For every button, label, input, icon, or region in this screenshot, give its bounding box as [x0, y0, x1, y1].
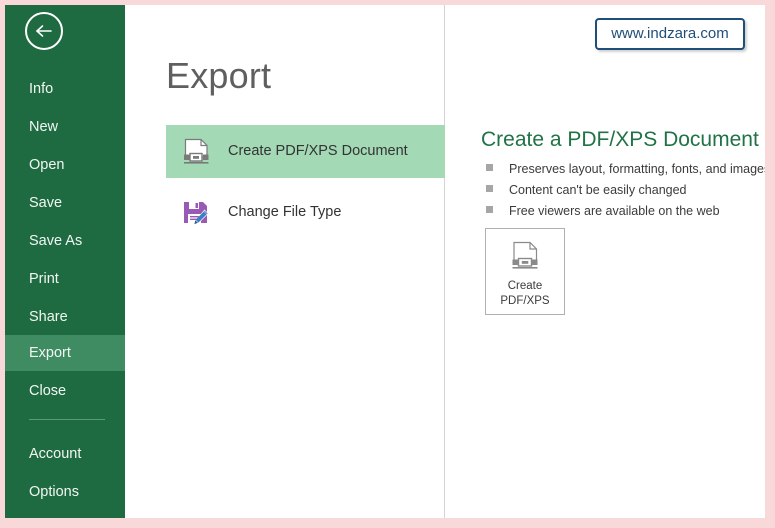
- create-pdf-xps-button-label: Create PDF/XPS: [486, 279, 564, 309]
- sidebar-item-save-as[interactable]: Save As: [5, 223, 125, 259]
- sidebar-item-print[interactable]: Print: [5, 261, 125, 297]
- sidebar-item-label: Open: [29, 157, 65, 173]
- create-pdf-xps-button[interactable]: Create PDF/XPS: [485, 228, 565, 315]
- column-divider: [444, 5, 445, 518]
- sidebar-item-label: Save: [29, 195, 63, 211]
- back-arrow-icon: [36, 25, 52, 37]
- sidebar-divider: [29, 419, 105, 420]
- sidebar-item-label: Options: [29, 484, 79, 500]
- sidebar-item-save[interactable]: Save: [5, 185, 125, 221]
- bullet-square-icon: [486, 164, 493, 172]
- export-option-create-pdf[interactable]: Create PDF/XPS Document: [166, 125, 445, 178]
- backstage-sidebar: Info New Open Save Save As Print Share E…: [5, 5, 125, 518]
- sidebar-item-info[interactable]: Info: [5, 71, 125, 107]
- sidebar-item-export[interactable]: Export: [5, 335, 125, 371]
- sidebar-item-label: Account: [29, 446, 82, 462]
- sidebar-item-close[interactable]: Close: [5, 373, 125, 409]
- button-label-line1: Create: [507, 280, 543, 292]
- sidebar-item-open[interactable]: Open: [5, 147, 125, 183]
- back-arrow-button[interactable]: [25, 12, 63, 50]
- bullet-square-icon: [486, 185, 493, 193]
- sidebar-item-label: Info: [29, 81, 54, 97]
- sidebar-item-share[interactable]: Share: [5, 299, 125, 335]
- sidebar-item-options[interactable]: Options: [5, 474, 125, 510]
- detail-bullet-text: Free viewers are available on the web: [509, 203, 720, 218]
- detail-bullet-2: Content can't be easily changed: [486, 181, 687, 201]
- detail-bullet-text: Preserves layout, formatting, fonts, and…: [509, 161, 765, 176]
- pdf-document-icon: [508, 240, 542, 276]
- export-option-label: Change File Type: [228, 204, 342, 220]
- detail-bullet-3: Free viewers are available on the web: [486, 202, 720, 222]
- sidebar-item-new[interactable]: New: [5, 109, 125, 145]
- button-label-line2: PDF/XPS: [500, 295, 550, 307]
- sidebar-item-label: Share: [29, 309, 68, 325]
- sidebar-item-label: New: [29, 119, 59, 135]
- bullet-square-icon: [486, 206, 493, 214]
- sidebar-item-label: Export: [29, 345, 71, 361]
- watermark-indzara[interactable]: www.indzara.com: [595, 18, 745, 50]
- sidebar-item-label: Print: [29, 271, 59, 287]
- page-title: Export: [166, 55, 272, 96]
- sidebar-item-account[interactable]: Account: [5, 436, 125, 472]
- pdf-document-icon: [180, 136, 212, 168]
- sidebar-item-label: Close: [29, 383, 67, 399]
- export-option-change-file-type[interactable]: Change File Type: [166, 186, 445, 239]
- export-option-label: Create PDF/XPS Document: [228, 143, 408, 159]
- detail-bullet-1: Preserves layout, formatting, fonts, and…: [486, 160, 765, 180]
- detail-bullet-text: Content can't be easily changed: [509, 182, 687, 197]
- detail-heading: Create a PDF/XPS Document: [481, 128, 759, 151]
- save-pencil-icon: [180, 197, 212, 229]
- sidebar-item-label: Save As: [29, 233, 83, 249]
- screenshot-frame: Info New Open Save Save As Print Share E…: [0, 0, 775, 528]
- backstage-view: Info New Open Save Save As Print Share E…: [5, 5, 765, 518]
